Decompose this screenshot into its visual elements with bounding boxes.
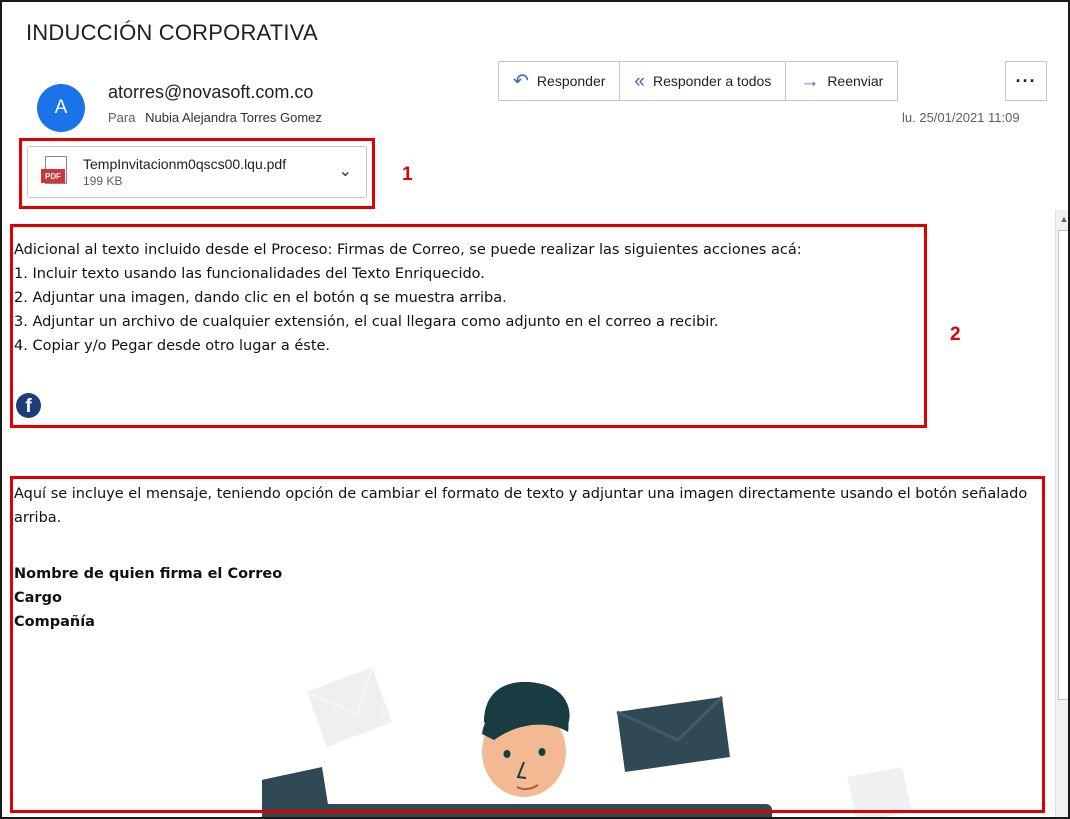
envelope-illustration [616,695,730,772]
recipient-line: Para Nubia Alejandra Torres Gomez [108,110,322,125]
message-text: Aquí se incluye el mensaje, teniendo opc… [14,486,1028,526]
signature-company: Compañía [14,614,95,630]
pdf-badge: PDF [41,169,65,183]
reply-all-icon: « [634,70,645,92]
facebook-icon[interactable]: f [16,393,41,418]
reply-icon: ↶ [513,70,529,92]
instruction-item: 3. Adjuntar un archivo de cualquier exte… [14,314,719,330]
signature-title: Cargo [14,590,62,606]
attachment-size: 199 KB [83,174,123,188]
reply-all-label: Responder a todos [653,73,772,89]
sender-avatar[interactable]: A [37,84,85,132]
reply-button[interactable]: ↶ Responder [498,61,621,101]
more-icon: ··· [1015,70,1037,91]
reply-all-button[interactable]: « Responder a todos [619,61,787,101]
attachment-name: TempInvitacionm0qscs00.lqu.pdf [83,156,287,172]
marker-1: 1 [402,164,413,185]
pdf-file-icon: PDF [41,156,67,188]
recipient-name[interactable]: Nubia Alejandra Torres Gomez [145,110,322,125]
forward-icon: → [800,70,820,92]
scroll-thumb[interactable] [1058,230,1068,700]
marker-2: 2 [950,324,961,345]
attachment-card[interactable]: PDF TempInvitacionm0qscs00.lqu.pdf 199 K… [27,146,367,198]
forward-label: Reenviar [827,73,884,89]
signature-name: Nombre de quien firma el Correo [14,566,283,582]
envelope-illustration [306,666,392,747]
forward-button[interactable]: → Reenviar [785,61,899,101]
sender-address[interactable]: atorres@novasoft.com.co [108,82,313,103]
reply-label: Responder [536,73,606,89]
instruction-item: 4. Copiar y/o Pegar desde otro lugar a é… [14,338,331,354]
instruction-item: 2. Adjuntar una imagen, dando clic en el… [14,290,507,306]
to-label: Para [108,110,136,125]
instructions-intro: Adicional al texto incluido desde el Pro… [14,242,802,258]
email-subject: INDUCCIÓN CORPORATIVA [26,20,318,45]
instructions-block: Adicional al texto incluido desde el Pro… [14,238,914,358]
scroll-up-icon[interactable]: ▲ [1056,210,1068,228]
signature-block: Nombre de quien firma el Correo Cargo Co… [14,562,282,634]
email-illustration [262,666,912,817]
chevron-down-icon[interactable]: ⌄ [339,161,352,181]
envelope-illustration [847,767,912,817]
instruction-item: 1. Incluir texto usando las funcionalida… [14,266,485,282]
vertical-scrollbar[interactable]: ▲ [1055,210,1068,817]
email-reading-pane: INDUCCIÓN CORPORATIVA A atorres@novasoft… [0,0,1070,819]
message-actions: ↶ Responder « Responder a todos → Reenvi… [498,61,899,101]
more-actions-button[interactable]: ··· [1005,61,1047,101]
sent-date: lu. 25/01/2021 11:09 [902,110,1020,125]
attachment-info: TempInvitacionm0qscs00.lqu.pdf 199 KB [83,156,286,188]
